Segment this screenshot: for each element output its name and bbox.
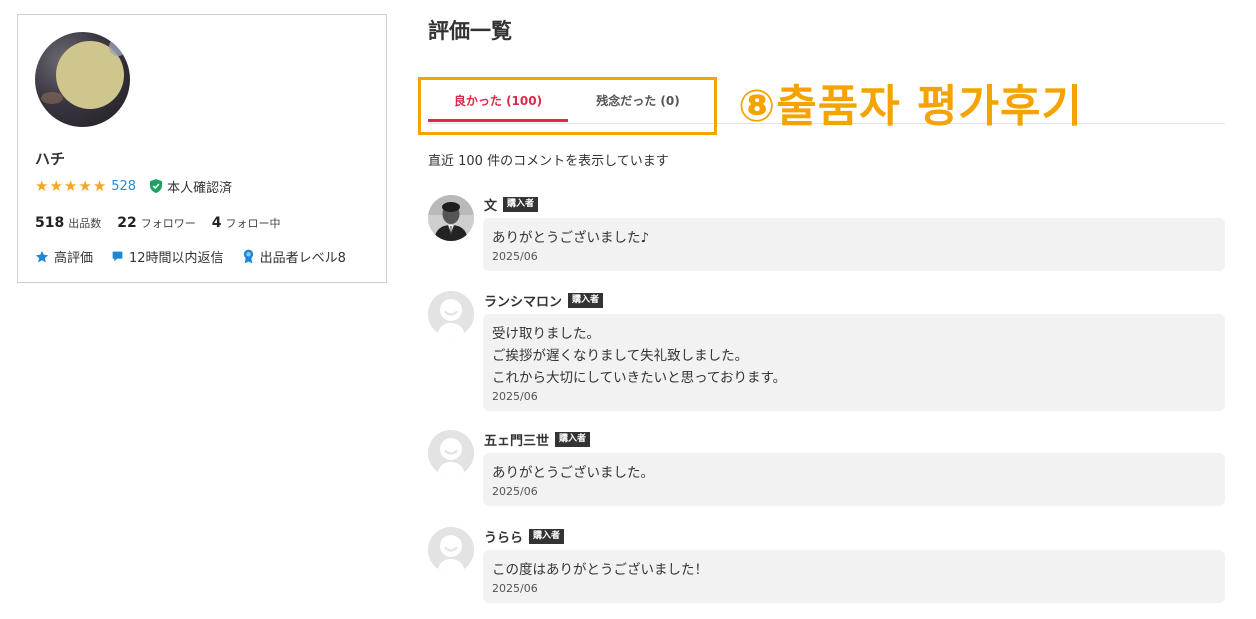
- reviewer-header: 五ェ門三世 購入者: [484, 430, 591, 449]
- review-item: うらら 購入者 この度はありがとうございました！ 2025/06: [428, 527, 1225, 606]
- badge-high-rating: 高評価: [35, 247, 93, 266]
- follower-count[interactable]: 22: [117, 215, 136, 231]
- review-item: ランシマロン 購入者 受け取りました。 ご挨拶が遅くなりまして失礼致しました。 …: [428, 291, 1225, 412]
- reviewer-avatar[interactable]: [428, 430, 474, 476]
- star-icon: ★: [92, 176, 107, 195]
- review-comment: 受け取りました。 ご挨拶が遅くなりまして失礼致しました。 これから大切にしていき…: [483, 314, 1225, 411]
- buyer-tag: 購入者: [503, 196, 539, 212]
- seller-avatar[interactable]: [35, 32, 130, 127]
- star-icon: [35, 250, 49, 262]
- chat-bubble-icon: [112, 251, 123, 262]
- buyer-tag: 購入者: [555, 431, 591, 447]
- seller-stats: 518 出品数 22 フォロワー 4 フォロー中: [35, 215, 296, 231]
- review-date: 2025/06: [492, 390, 538, 403]
- review-comment: この度はありがとうございました！ 2025/06: [483, 550, 1225, 603]
- review-date: 2025/06: [492, 485, 538, 498]
- seller-rating[interactable]: ★ ★ ★ ★ ★ 528 本人確認済: [35, 176, 232, 196]
- badge-label: 高評価: [54, 251, 94, 266]
- annotation-label: ⑧출품자 평가후기: [738, 81, 1083, 132]
- review-text: ありがとうございました。: [492, 465, 654, 481]
- buyer-tag: 購入者: [568, 292, 604, 308]
- badge-quick-reply: 12時間以内返信: [111, 247, 224, 266]
- following-count[interactable]: 4: [212, 215, 222, 231]
- reviewer-name[interactable]: うらら: [484, 527, 523, 546]
- badge-seller-level: 出品者レベル8: [242, 247, 346, 266]
- seller-profile-card: ハチ ★ ★ ★ ★ ★ 528 本人確認済 518 出品数 22 フォロワー …: [17, 14, 387, 283]
- reviewer-avatar[interactable]: [428, 291, 474, 337]
- review-item: 五ェ門三世 購入者 ありがとうございました。 2025/06: [428, 430, 1225, 509]
- reviewer-photo: [428, 195, 474, 241]
- review-date: 2025/06: [492, 582, 538, 595]
- review-date: 2025/06: [492, 250, 538, 263]
- rating-count-link[interactable]: 528: [111, 179, 136, 194]
- buyer-tag: 購入者: [529, 528, 565, 544]
- verified-label: 本人確認済: [167, 180, 233, 196]
- default-avatar-icon: [428, 291, 474, 337]
- reviewer-avatar[interactable]: [428, 527, 474, 573]
- review-text: この度はありがとうございました！: [492, 562, 708, 578]
- review-text: 受け取りました。 ご挨拶が遅くなりまして失礼致しました。 これから大切にしていき…: [492, 326, 787, 386]
- reviewer-header: うらら 購入者: [484, 527, 565, 546]
- reviewer-header: ランシマロン 購入者: [484, 291, 604, 310]
- listing-count: 518: [35, 215, 65, 231]
- star-icon: ★: [49, 176, 63, 195]
- seller-badges: 高評価 12時間以内返信 出品者レベル8: [35, 247, 364, 266]
- review-comment: ありがとうございました。 2025/06: [483, 453, 1225, 506]
- badge-label: 12時間以内返信: [129, 251, 224, 266]
- badge-label: 出品者レベル8: [259, 251, 346, 266]
- following-count-label[interactable]: フォロー中: [225, 215, 280, 231]
- star-icon: ★: [63, 176, 78, 195]
- reviewer-name[interactable]: 五ェ門三世: [484, 430, 549, 449]
- default-avatar-icon: [428, 430, 474, 476]
- review-comment: ありがとうございました♪ 2025/06: [483, 218, 1225, 271]
- review-item: 文 購入者 ありがとうございました♪ 2025/06: [428, 195, 1225, 273]
- verified-shield-icon: [150, 179, 163, 193]
- follower-count-label[interactable]: フォロワー: [141, 215, 196, 231]
- reviewer-name[interactable]: ランシマロン: [484, 291, 562, 310]
- annotation-highlight-box: [418, 77, 717, 135]
- reviewer-avatar[interactable]: [428, 195, 474, 241]
- reviewer-name[interactable]: 文: [484, 195, 497, 214]
- reviewer-header: 文 購入者: [484, 195, 539, 214]
- page-title: 評価一覧: [428, 19, 512, 43]
- listing-count-label: 出品数: [68, 217, 102, 230]
- review-text: ありがとうございました♪: [492, 230, 650, 246]
- star-icon: ★: [78, 176, 92, 195]
- comments-notice: 直近 100 件のコメントを表示しています: [428, 154, 669, 169]
- star-icon: ★: [35, 176, 49, 195]
- default-avatar-icon: [428, 527, 474, 573]
- verified-badge: 本人確認済: [150, 177, 232, 196]
- ribbon-medal-icon: [243, 249, 253, 264]
- seller-name: ハチ: [35, 150, 66, 168]
